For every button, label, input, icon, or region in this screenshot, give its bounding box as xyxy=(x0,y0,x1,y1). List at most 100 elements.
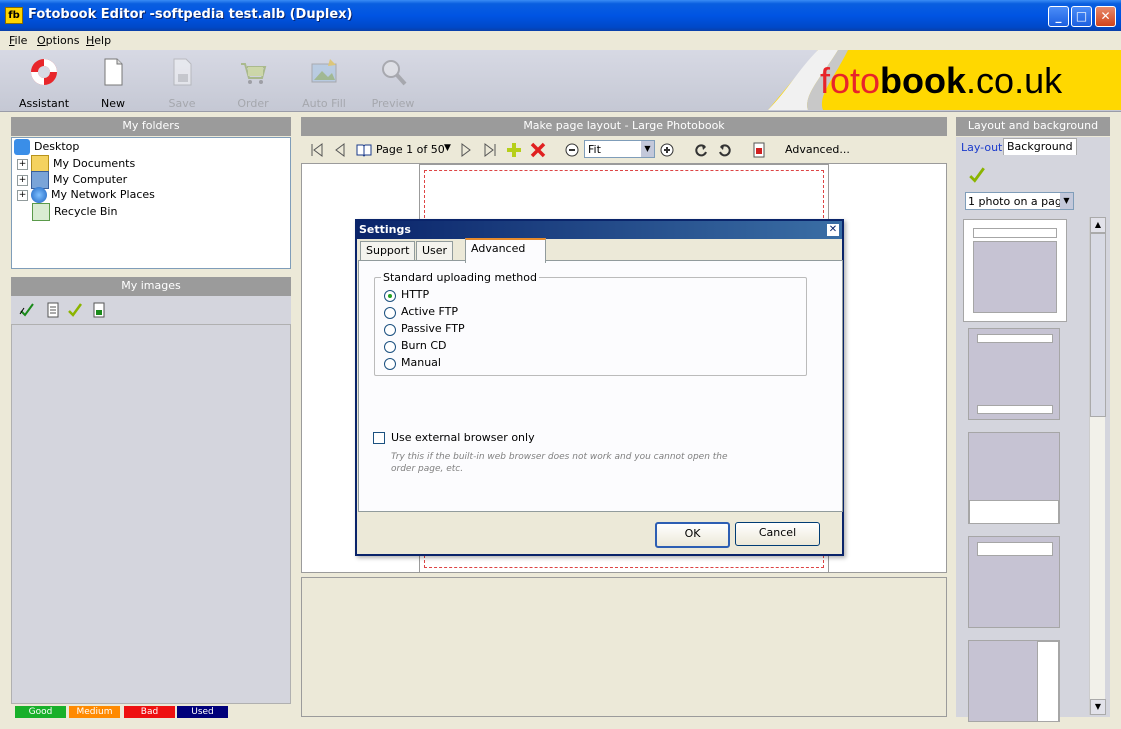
tree-item-label: My Network Places xyxy=(51,188,155,201)
tree-item-desktop[interactable]: Desktop xyxy=(14,139,79,155)
radio-label[interactable]: Manual xyxy=(401,356,441,369)
apply-layout-icon[interactable] xyxy=(968,166,986,184)
save-label: Save xyxy=(168,97,196,110)
tree-item-label: Desktop xyxy=(34,140,80,153)
radio-manual[interactable] xyxy=(384,358,396,370)
page-indicator[interactable]: Page 1 of 50 xyxy=(376,143,445,156)
tab-user[interactable]: User xyxy=(416,241,454,262)
check-all-icon[interactable] xyxy=(19,302,35,318)
maximize-button[interactable]: □ xyxy=(1071,6,1092,27)
thumb-caption-bar xyxy=(977,334,1053,343)
layout-thumb-4[interactable] xyxy=(968,536,1060,628)
tree-item-my-computer[interactable]: + My Computer xyxy=(17,171,127,189)
radio-passive-ftp[interactable] xyxy=(384,324,396,336)
radio-label[interactable]: Burn CD xyxy=(401,339,446,352)
layout-thumb-selected[interactable] xyxy=(963,219,1067,322)
my-folders-header: My folders xyxy=(11,117,291,136)
menu-help[interactable]: Help xyxy=(86,34,111,47)
new-button[interactable]: New xyxy=(80,54,146,110)
scroll-thumb[interactable] xyxy=(1090,233,1106,417)
radio-active-ftp[interactable] xyxy=(384,307,396,319)
auto-fill-icon xyxy=(311,59,337,83)
radio-label[interactable]: HTTP xyxy=(401,288,429,301)
settings-dialog: Settings ✕ Support User Advanced Standar… xyxy=(355,219,844,556)
tab-background[interactable]: Background xyxy=(1003,138,1077,155)
scroll-up-arrow-icon[interactable]: ▲ xyxy=(1090,217,1106,233)
page-dropdown-icon[interactable]: ▼ xyxy=(444,143,451,153)
dialog-title-bar: Settings xyxy=(357,221,842,239)
external-browser-label[interactable]: Use external browser only xyxy=(391,431,535,444)
network-icon xyxy=(31,187,47,203)
legend-good: Good xyxy=(15,706,66,718)
add-page-icon[interactable] xyxy=(506,142,522,158)
first-page-icon[interactable] xyxy=(309,142,325,158)
expand-icon[interactable]: + xyxy=(17,174,28,186)
legend-medium: Medium xyxy=(69,706,120,718)
delete-photo-icon[interactable] xyxy=(751,142,767,158)
zoom-out-icon[interactable] xyxy=(564,142,580,158)
ok-button[interactable]: OK xyxy=(655,522,730,548)
last-page-icon[interactable] xyxy=(482,142,498,158)
auto-fill-button[interactable]: Auto Fill xyxy=(291,54,357,110)
tab-advanced[interactable]: Advanced xyxy=(465,238,546,263)
cart-icon xyxy=(241,63,267,84)
thumb-caption-column xyxy=(1037,641,1059,722)
advanced-link[interactable]: Advanced... xyxy=(785,143,850,156)
zoom-in-icon[interactable] xyxy=(659,142,675,158)
next-page-icon[interactable] xyxy=(458,142,474,158)
upload-method-label: Standard uploading method xyxy=(381,271,539,284)
tab-support[interactable]: Support xyxy=(360,241,416,262)
cancel-button[interactable]: Cancel xyxy=(735,522,820,546)
thumb-caption-area xyxy=(969,500,1059,524)
my-images-header: My images xyxy=(11,277,291,296)
thumb-caption-bar xyxy=(977,405,1053,414)
tree-item-label: Recycle Bin xyxy=(54,205,118,218)
legend-bad: Bad xyxy=(124,706,175,718)
thumb-caption-bar xyxy=(973,228,1057,238)
layout-scrollbar[interactable]: ▲ ▼ xyxy=(1089,217,1106,715)
tree-item-recycle-bin[interactable]: Recycle Bin xyxy=(32,203,118,221)
save-button[interactable]: Save xyxy=(149,54,215,110)
zoom-value: Fit xyxy=(588,143,601,156)
svg-text:fotobook.co.uk: fotobook.co.uk xyxy=(820,60,1063,101)
radio-label[interactable]: Active FTP xyxy=(401,305,458,318)
close-button[interactable]: ✕ xyxy=(1095,6,1116,27)
radio-http[interactable] xyxy=(384,290,396,302)
chevron-down-icon[interactable]: ▼ xyxy=(641,141,654,157)
layout-select[interactable]: 1 photo on a page ▼ xyxy=(965,192,1074,210)
layout-thumb-3[interactable] xyxy=(968,432,1060,524)
layout-thumb-5[interactable] xyxy=(968,640,1060,722)
assistant-button[interactable]: Assistant xyxy=(11,54,77,110)
external-browser-checkbox[interactable] xyxy=(373,432,385,444)
expand-icon[interactable]: + xyxy=(17,189,28,201)
zoom-select[interactable]: Fit ▼ xyxy=(584,140,655,158)
page-strip xyxy=(301,577,947,717)
dialog-close-icon[interactable]: ✕ xyxy=(827,224,839,236)
menu-file[interactable]: File xyxy=(9,34,27,47)
scroll-down-arrow-icon[interactable]: ▼ xyxy=(1090,699,1106,715)
previous-page-icon[interactable] xyxy=(332,142,348,158)
delete-page-icon[interactable] xyxy=(530,142,546,158)
tree-item-my-documents[interactable]: + My Documents xyxy=(17,155,135,173)
menu-options[interactable]: Options xyxy=(37,34,79,47)
page-icon[interactable] xyxy=(91,302,107,318)
preview-label: Preview xyxy=(371,97,415,110)
rotate-left-icon[interactable] xyxy=(693,142,709,158)
checkmark-icon[interactable] xyxy=(67,302,83,318)
tree-item-my-network-places[interactable]: + My Network Places xyxy=(17,187,155,203)
document-icon[interactable] xyxy=(45,302,61,318)
expand-icon[interactable]: + xyxy=(17,158,28,170)
minimize-button[interactable]: _ xyxy=(1048,6,1069,27)
advanced-tab-panel: Standard uploading method HTTP Active FTP… xyxy=(358,260,843,512)
radio-label[interactable]: Passive FTP xyxy=(401,322,465,335)
preview-button[interactable]: Preview xyxy=(360,54,426,110)
app-icon: fb xyxy=(5,7,23,24)
chevron-down-icon[interactable]: ▼ xyxy=(1060,193,1073,209)
tab-layout[interactable]: Lay-out xyxy=(961,140,1002,157)
layout-thumb-2[interactable] xyxy=(968,328,1060,420)
rotate-right-icon[interactable] xyxy=(717,142,733,158)
recycle-bin-icon xyxy=(32,203,50,221)
radio-burn-cd[interactable] xyxy=(384,341,396,353)
thumb-caption-bar xyxy=(977,542,1053,556)
order-button[interactable]: Order xyxy=(220,54,286,110)
